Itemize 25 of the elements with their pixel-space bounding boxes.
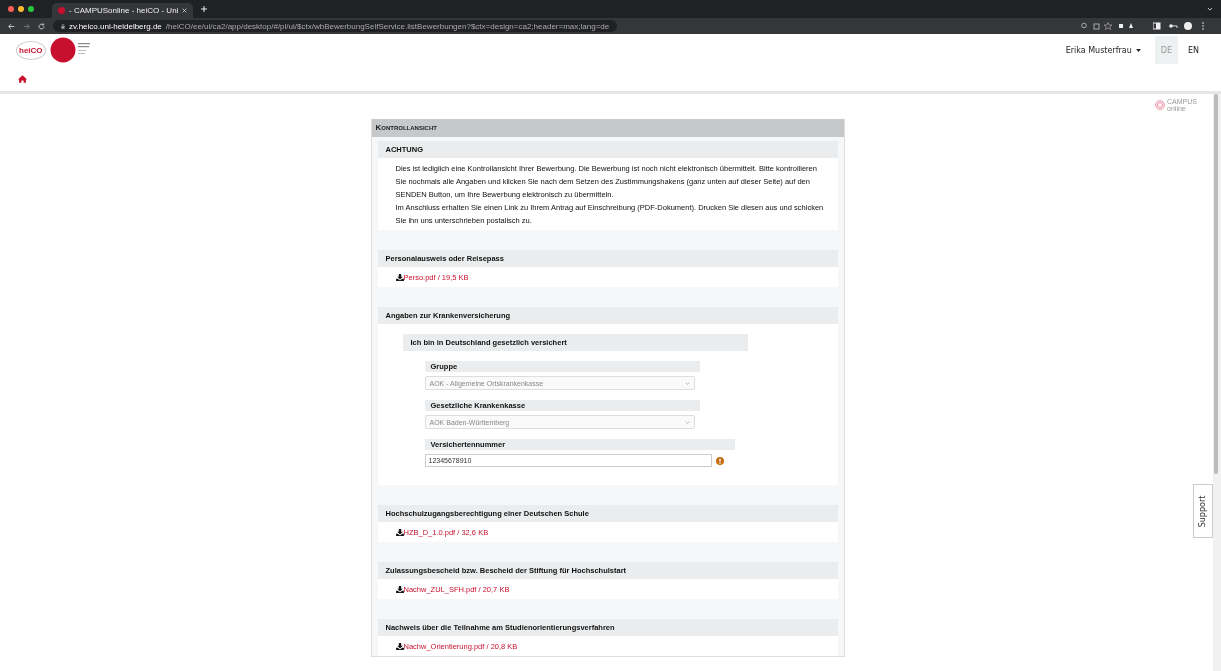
panel-title: Kontrollansicht <box>371 119 844 137</box>
user-menu[interactable]: Erika Musterfrau <box>1065 45 1141 55</box>
address-bar[interactable]: zv.heico.uni-heidelberg.de /heiCO/ee/ui/ca2/app/desktop/#/pl/ui/$ctx/wbBewerbungSelfService.listBewerbungen?$ctx=design=ca2;header=max;lang=de <box>53 20 618 32</box>
chevron-down-icon <box>684 381 690 385</box>
download-icon <box>395 642 404 650</box>
support-tab[interactable]: Support <box>1193 484 1213 538</box>
close-icon[interactable] <box>182 8 188 13</box>
chevron-down-icon <box>684 420 690 424</box>
browser-tab[interactable]: - CAMPUSonline - heiCO - Uni <box>52 3 194 18</box>
scrollbar[interactable] <box>1214 94 1218 474</box>
window-controls-icon[interactable] <box>8 6 34 12</box>
caret-icon <box>1135 48 1141 52</box>
favicon-icon <box>58 7 65 14</box>
language-tab[interactable]: EN <box>1181 36 1205 64</box>
download-icon <box>395 273 404 281</box>
home-icon[interactable] <box>18 74 27 83</box>
lock-icon <box>61 23 65 29</box>
download-icon <box>395 585 404 593</box>
tab-title: - CAMPUSonline - heiCO - Uni <box>69 6 179 15</box>
download-icon <box>395 528 404 536</box>
new-tab-icon[interactable] <box>201 6 208 12</box>
back-icon[interactable] <box>8 22 15 30</box>
chevron-down-icon[interactable] <box>1207 6 1213 12</box>
forward-icon[interactable] <box>23 22 30 30</box>
reload-icon[interactable] <box>38 22 45 30</box>
